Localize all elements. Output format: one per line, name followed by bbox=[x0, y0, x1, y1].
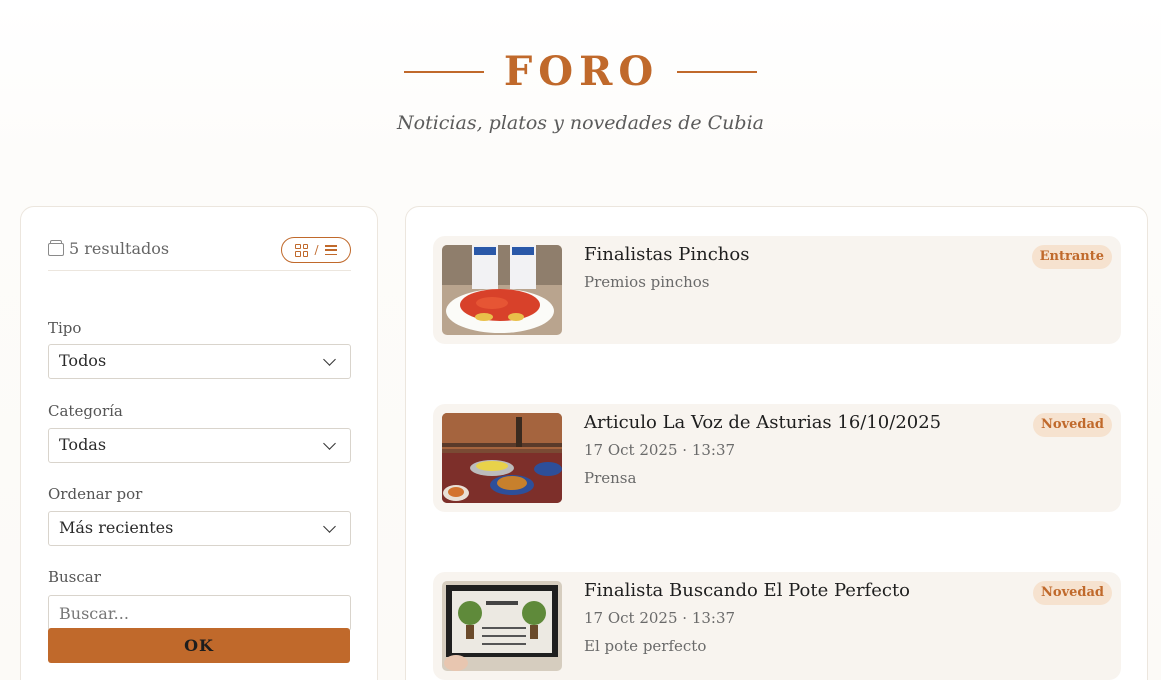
grid-icon[interactable] bbox=[295, 243, 309, 257]
post-date: 17 Oct 2025 · 13:37 bbox=[584, 609, 736, 627]
post-title[interactable]: Finalista Buscando El Pote Perfecto bbox=[584, 580, 910, 601]
chevron-down-icon bbox=[323, 353, 336, 366]
ok-button[interactable]: OK bbox=[48, 628, 350, 663]
page-title: FORO bbox=[503, 48, 660, 95]
post-thumbnail[interactable] bbox=[442, 413, 562, 503]
title-line-left bbox=[403, 70, 484, 73]
filter-sidebar: 5 resultados / Tipo Todos Categoría Toda… bbox=[20, 206, 378, 680]
post-card[interactable]: Finalistas Pinchos Premios pinchos Entra… bbox=[433, 236, 1121, 344]
post-category: El pote perfecto bbox=[584, 637, 707, 655]
tipo-select-value: Todos bbox=[59, 351, 107, 370]
post-thumbnail[interactable] bbox=[442, 245, 562, 335]
post-badge: Novedad bbox=[1033, 413, 1112, 437]
categoria-select-value: Todas bbox=[59, 435, 107, 454]
ordenar-label: Ordenar por bbox=[48, 485, 143, 503]
post-category: Premios pinchos bbox=[584, 273, 710, 291]
results-row: 5 resultados / bbox=[48, 237, 351, 271]
title-line-right bbox=[677, 70, 758, 73]
posts-panel: Finalistas Pinchos Premios pinchos Entra… bbox=[405, 206, 1148, 680]
title-row: FORO bbox=[0, 48, 1161, 95]
post-badge: Novedad bbox=[1033, 581, 1112, 605]
page-subtitle: Noticias, platos y novedades de Cubia bbox=[397, 112, 764, 134]
post-badge: Entrante bbox=[1031, 245, 1112, 269]
tray-icon bbox=[48, 240, 64, 256]
search-input[interactable] bbox=[48, 595, 351, 631]
post-card[interactable]: Articulo La Voz de Asturias 16/10/2025 1… bbox=[433, 404, 1121, 512]
page-header: FORO Noticias, platos y novedades de Cub… bbox=[0, 0, 1161, 190]
list-icon[interactable] bbox=[324, 245, 337, 255]
buscar-label: Buscar bbox=[48, 568, 101, 586]
post-title[interactable]: Finalistas Pinchos bbox=[584, 244, 749, 265]
results-count: 5 resultados bbox=[69, 239, 170, 258]
chevron-down-icon bbox=[323, 437, 336, 450]
post-title[interactable]: Articulo La Voz de Asturias 16/10/2025 bbox=[584, 412, 941, 433]
categoria-select[interactable]: Todas bbox=[48, 428, 351, 463]
tipo-label: Tipo bbox=[48, 319, 82, 337]
post-category: Prensa bbox=[584, 469, 637, 487]
view-separator: / bbox=[314, 243, 319, 257]
post-card[interactable]: Finalista Buscando El Pote Perfecto 17 O… bbox=[433, 572, 1121, 680]
tipo-select[interactable]: Todos bbox=[48, 344, 351, 379]
categoria-label: Categoría bbox=[48, 402, 123, 420]
post-thumbnail[interactable] bbox=[442, 581, 562, 671]
view-toggle-button[interactable]: / bbox=[281, 237, 351, 263]
chevron-down-icon bbox=[323, 520, 336, 533]
ordenar-select-value: Más recientes bbox=[59, 518, 174, 537]
post-date: 17 Oct 2025 · 13:37 bbox=[584, 441, 736, 459]
ordenar-select[interactable]: Más recientes bbox=[48, 511, 351, 546]
